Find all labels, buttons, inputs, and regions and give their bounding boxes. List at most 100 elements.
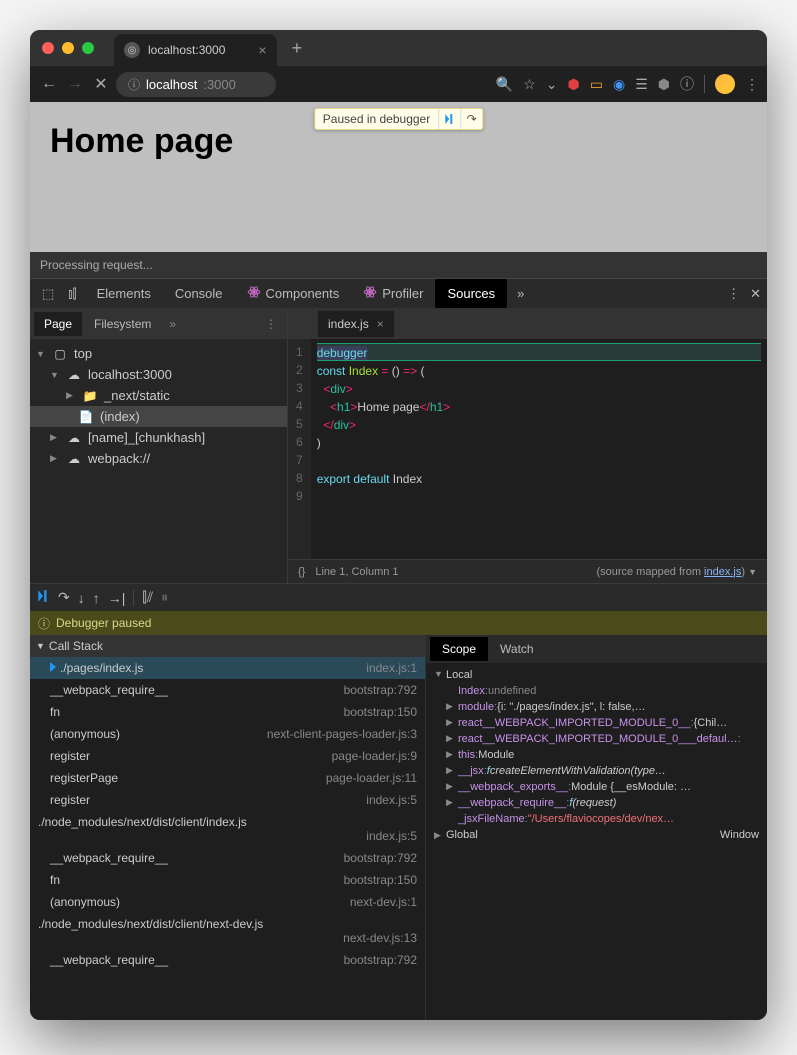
editor-footer: {} Line 1, Column 1 (source mapped from …: [288, 559, 767, 583]
callstack-row[interactable]: ./pages/index.jsindex.js:1: [30, 657, 425, 679]
devtools-tab-components[interactable]: Components: [235, 279, 352, 308]
scope-var-row[interactable]: _jsxFileName: "/Users/flaviocopes/dev/ne…: [426, 811, 767, 827]
tree-webpack[interactable]: ▶☁webpack://: [30, 448, 287, 469]
tree-chunk[interactable]: ▶☁[name]_[chunkhash]: [30, 427, 287, 448]
scope-panel: Scope Watch ▼Local Index: undefined▶modu…: [426, 635, 767, 1020]
forward-button[interactable]: →: [64, 75, 86, 93]
scope-tab-watch[interactable]: Watch: [488, 637, 546, 661]
callstack-row[interactable]: __webpack_require__bootstrap:792: [30, 847, 425, 869]
callstack-row[interactable]: registerindex.js:5: [30, 789, 425, 811]
address-bar[interactable]: ⓘ localhost:3000: [116, 72, 276, 97]
code-area[interactable]: 123456789 debugger const Index = () => (…: [288, 339, 767, 559]
source-map-menu-icon[interactable]: ▼: [748, 567, 757, 577]
nav-more-icon[interactable]: »: [163, 317, 182, 331]
scope-var-row[interactable]: Index: undefined: [426, 683, 767, 699]
step-out-icon[interactable]: ↑: [93, 590, 100, 606]
zoom-icon[interactable]: 🔍: [496, 76, 513, 93]
callstack-row[interactable]: registerpage-loader.js:9: [30, 745, 425, 767]
close-devtools-icon[interactable]: ✕: [750, 286, 761, 302]
pause-on-exceptions-icon[interactable]: ⏸: [161, 589, 168, 606]
tree-root[interactable]: ▼▢top: [30, 343, 287, 364]
status-bar: Processing request...: [30, 252, 767, 278]
scope-var-row[interactable]: ▶module: {i: "./pages/index.js", l: fals…: [426, 699, 767, 715]
callstack-row[interactable]: __webpack_require__bootstrap:792: [30, 679, 425, 701]
site-info-icon[interactable]: ⓘ: [128, 76, 140, 93]
toolbar-actions: 🔍 ☆ ⌄ ⬢ ▭ ◉ ☰ ⬢ ⓘ ⋮: [496, 74, 759, 94]
device-toggle-icon[interactable]: ⫾⫿: [62, 286, 82, 302]
editor-tab-indexjs[interactable]: index.js×: [318, 311, 394, 337]
scope-var-row[interactable]: ▶react__WEBPACK_IMPORTED_MODULE_0___defa…: [426, 731, 767, 747]
deactivate-breakpoints-icon[interactable]: ⫿⫽: [142, 589, 153, 606]
code-text[interactable]: debugger const Index = () => ( <div> <h1…: [311, 339, 767, 559]
step-into-icon[interactable]: ↓: [78, 590, 85, 606]
step-over-icon[interactable]: ↷: [58, 589, 70, 606]
menu-icon[interactable]: ⋮: [745, 76, 759, 93]
info-icon[interactable]: ⓘ: [680, 74, 694, 94]
browser-tab[interactable]: ◎ localhost:3000 ×: [114, 34, 277, 66]
tree-file-index[interactable]: 📄(index): [30, 406, 287, 427]
scope-var-row[interactable]: ▶react__WEBPACK_IMPORTED_MODULE_0__: {Ch…: [426, 715, 767, 731]
step-over-button[interactable]: ↷: [460, 109, 482, 129]
profile-avatar[interactable]: [715, 74, 735, 94]
inspect-icon[interactable]: ⬚: [36, 286, 60, 302]
callstack-row[interactable]: fnbootstrap:150: [30, 869, 425, 891]
lower-split: ▼Call Stack ./pages/index.jsindex.js:1__…: [30, 635, 767, 1020]
nav-tab-filesystem[interactable]: Filesystem: [84, 312, 161, 336]
callstack-row[interactable]: ./node_modules/next/dist/client/next-dev…: [30, 913, 425, 949]
scope-global-header[interactable]: ▶GlobalWindow: [426, 827, 767, 843]
scope-var-row[interactable]: ▶__webpack_require__: f (request): [426, 795, 767, 811]
source-map-link[interactable]: index.js: [704, 566, 741, 578]
pocket-icon[interactable]: ⌄: [546, 76, 558, 93]
code-editor: index.js× 123456789 debugger const Index…: [288, 309, 767, 583]
resume-icon[interactable]: [36, 589, 50, 606]
more-tabs-icon[interactable]: »: [509, 286, 532, 301]
minimize-window-button[interactable]: [62, 42, 74, 54]
scope-var-row[interactable]: ▶__webpack_exports__: Module {__esModule…: [426, 779, 767, 795]
step-icon[interactable]: →|: [108, 590, 126, 606]
scope-local-header[interactable]: ▼Local: [426, 667, 767, 683]
scope-var-row[interactable]: ▶this: Module: [426, 747, 767, 763]
nav-tab-page[interactable]: Page: [34, 312, 82, 336]
devtools-menu-icon[interactable]: ⋮: [727, 286, 740, 302]
debugger-overlay: Paused in debugger ↷: [314, 108, 483, 130]
resume-button[interactable]: [438, 109, 460, 129]
pretty-print-icon[interactable]: {}: [298, 566, 305, 578]
scope-tab-scope[interactable]: Scope: [430, 637, 488, 661]
file-tree: ▼▢top ▼☁localhost:3000 ▶📁_next/static 📄(…: [30, 339, 287, 583]
tab-title: localhost:3000: [148, 43, 225, 57]
titlebar: ◎ localhost:3000 × +: [30, 30, 767, 66]
stop-button[interactable]: ✕: [90, 74, 112, 94]
ext2-icon[interactable]: ◉: [613, 76, 625, 93]
back-button[interactable]: ←: [38, 75, 60, 93]
cursor-position: Line 1, Column 1: [315, 566, 398, 578]
devtools-tab-sources[interactable]: Sources: [435, 279, 507, 308]
callstack-row[interactable]: __webpack_require__bootstrap:792: [30, 949, 425, 971]
callstack-panel: ▼Call Stack ./pages/index.jsindex.js:1__…: [30, 635, 426, 1020]
status-text: Processing request...: [40, 258, 153, 272]
separator: [704, 75, 705, 93]
new-tab-button[interactable]: +: [292, 38, 303, 59]
callstack-row[interactable]: (anonymous)next-dev.js:1: [30, 891, 425, 913]
callstack-row[interactable]: ./node_modules/next/dist/client/index.js…: [30, 811, 425, 847]
tree-host[interactable]: ▼☁localhost:3000: [30, 364, 287, 385]
ublock-icon[interactable]: ⬢: [658, 76, 670, 93]
callstack-row[interactable]: (anonymous)next-client-pages-loader.js:3: [30, 723, 425, 745]
callstack-header[interactable]: ▼Call Stack: [30, 635, 425, 657]
callstack-row[interactable]: fnbootstrap:150: [30, 701, 425, 723]
nav-menu-icon[interactable]: ⋮: [259, 317, 283, 331]
tree-folder[interactable]: ▶📁_next/static: [30, 385, 287, 406]
shield-icon[interactable]: ⬢: [568, 76, 580, 93]
devtools-tab-elements[interactable]: Elements: [85, 279, 163, 308]
maximize-window-button[interactable]: [82, 42, 94, 54]
close-window-button[interactable]: [42, 42, 54, 54]
reader-icon[interactable]: ☰: [635, 76, 648, 93]
scope-var-row[interactable]: ▶__jsx: f createElementWithValidation(ty…: [426, 763, 767, 779]
devtools-tab-console[interactable]: Console: [163, 279, 235, 308]
info-icon: ⓘ: [38, 615, 50, 632]
ext1-icon[interactable]: ▭: [590, 76, 603, 93]
callstack-row[interactable]: registerPagepage-loader.js:11: [30, 767, 425, 789]
close-editor-tab-icon[interactable]: ×: [377, 317, 384, 331]
star-icon[interactable]: ☆: [523, 76, 536, 93]
close-tab-icon[interactable]: ×: [258, 42, 266, 58]
devtools-tab-profiler[interactable]: Profiler: [351, 279, 435, 308]
